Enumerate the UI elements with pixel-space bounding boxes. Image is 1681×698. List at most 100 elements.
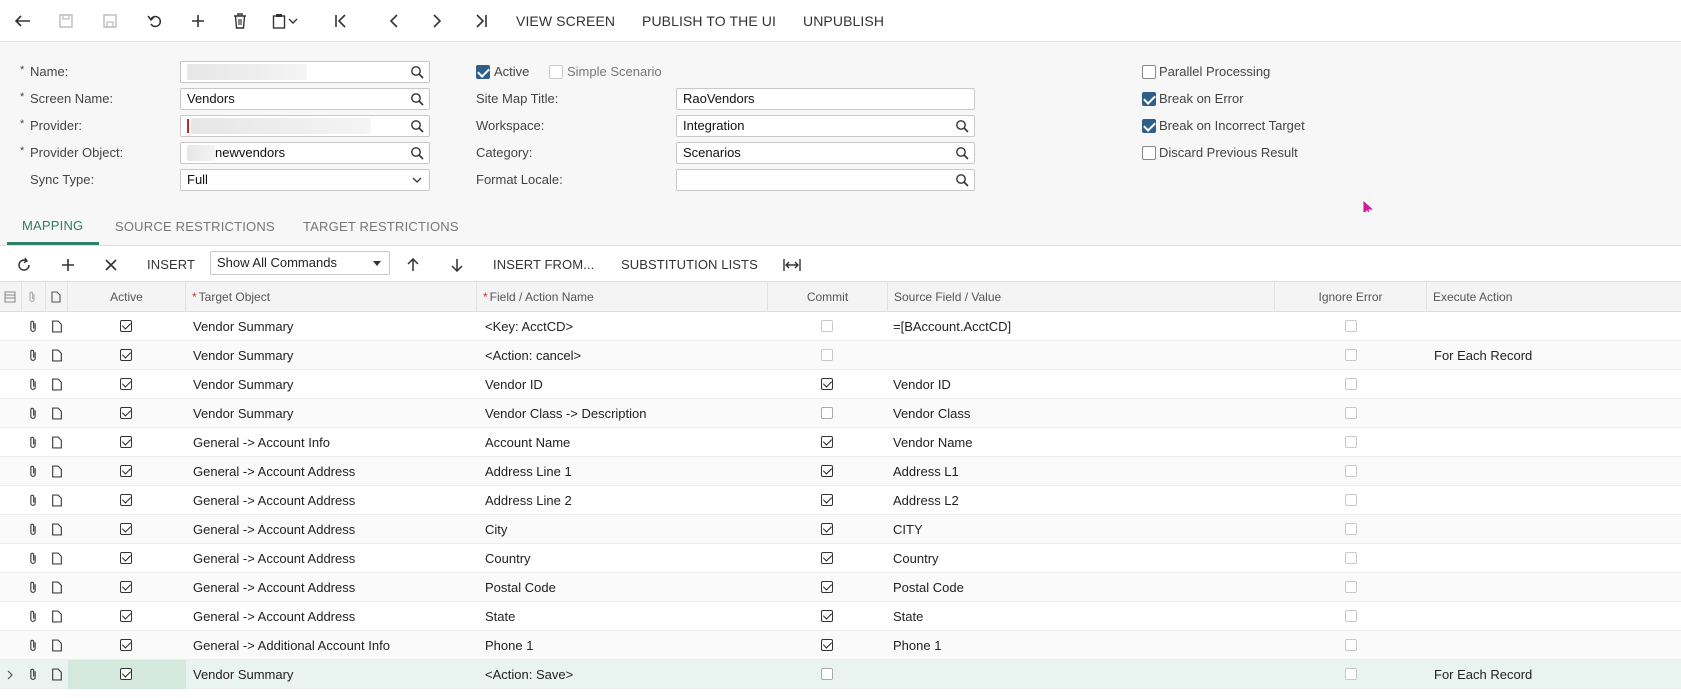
execute-action-cell[interactable] bbox=[1434, 486, 1674, 515]
execute-action-cell[interactable] bbox=[1434, 631, 1674, 660]
tab-mapping[interactable]: MAPPING bbox=[22, 218, 83, 233]
note-icon[interactable] bbox=[51, 407, 63, 420]
break-incorrect-target-checkbox[interactable] bbox=[1142, 119, 1156, 133]
field-action-cell[interactable]: <Action: cancel> bbox=[485, 341, 765, 370]
field-action-cell[interactable]: Account Name bbox=[485, 428, 765, 457]
source-field-cell[interactable]: Vendor Name bbox=[893, 428, 1273, 457]
commit-checkbox[interactable] bbox=[821, 320, 833, 332]
save-icon[interactable] bbox=[99, 10, 121, 32]
note-icon[interactable] bbox=[51, 494, 63, 507]
target-object-cell[interactable]: General -> Additional Account Info bbox=[193, 631, 473, 660]
discard-previous-checkbox[interactable] bbox=[1142, 146, 1156, 160]
delete-icon[interactable] bbox=[229, 10, 251, 32]
active-checkbox[interactable] bbox=[120, 523, 132, 535]
last-record-icon[interactable] bbox=[470, 10, 492, 32]
back-icon[interactable] bbox=[12, 10, 34, 32]
provider-field[interactable] bbox=[180, 115, 430, 137]
commit-checkbox[interactable] bbox=[821, 581, 833, 593]
target-object-cell[interactable]: Vendor Summary bbox=[193, 370, 473, 399]
target-object-cell[interactable]: General -> Account Address bbox=[193, 573, 473, 602]
paperclip-icon[interactable] bbox=[27, 436, 39, 449]
note-icon[interactable] bbox=[51, 320, 63, 333]
column-commit[interactable]: Commit bbox=[768, 282, 888, 312]
search-icon[interactable] bbox=[955, 173, 969, 187]
ignore-error-checkbox[interactable] bbox=[1345, 378, 1357, 390]
source-field-cell[interactable]: Phone 1 bbox=[893, 631, 1273, 660]
target-object-cell[interactable]: Vendor Summary bbox=[193, 660, 473, 689]
commit-checkbox[interactable] bbox=[821, 436, 833, 448]
table-row[interactable]: General -> Account Address Address Line 2… bbox=[0, 486, 1681, 515]
field-action-cell[interactable]: Vendor Class -> Description bbox=[485, 399, 765, 428]
delete-row-icon[interactable] bbox=[101, 255, 121, 275]
paperclip-icon[interactable] bbox=[27, 407, 39, 420]
target-object-cell[interactable]: Vendor Summary bbox=[193, 341, 473, 370]
name-field[interactable] bbox=[180, 61, 430, 83]
field-action-cell[interactable]: Address Line 1 bbox=[485, 457, 765, 486]
search-icon[interactable] bbox=[955, 119, 969, 133]
ignore-error-checkbox[interactable] bbox=[1345, 494, 1357, 506]
parallel-processing-checkbox[interactable] bbox=[1142, 65, 1156, 79]
ignore-error-checkbox[interactable] bbox=[1345, 668, 1357, 680]
active-checkbox[interactable] bbox=[120, 349, 132, 361]
source-field-cell[interactable]: Address L1 bbox=[893, 457, 1273, 486]
ignore-error-checkbox[interactable] bbox=[1345, 407, 1357, 419]
active-checkbox[interactable] bbox=[120, 668, 132, 680]
note-icon[interactable] bbox=[51, 668, 63, 681]
field-action-cell[interactable]: Address Line 2 bbox=[485, 486, 765, 515]
ignore-error-checkbox[interactable] bbox=[1345, 349, 1357, 361]
ignore-error-checkbox[interactable] bbox=[1345, 610, 1357, 622]
paperclip-icon[interactable] bbox=[27, 320, 39, 333]
active-checkbox[interactable] bbox=[120, 581, 132, 593]
target-object-cell[interactable]: General -> Account Info bbox=[193, 428, 473, 457]
commit-checkbox[interactable] bbox=[821, 610, 833, 622]
sync-type-select[interactable]: Full bbox=[180, 169, 430, 191]
search-icon[interactable] bbox=[410, 119, 424, 133]
execute-action-cell[interactable] bbox=[1434, 457, 1674, 486]
table-row[interactable]: Vendor Summary Vendor ID Vendor ID bbox=[0, 370, 1681, 399]
table-row[interactable]: General -> Account Address Postal Code Pos… bbox=[0, 573, 1681, 602]
tab-source-restrictions[interactable]: SOURCE RESTRICTIONS bbox=[115, 219, 275, 234]
ignore-error-checkbox[interactable] bbox=[1345, 523, 1357, 535]
execute-action-cell[interactable]: For Each Record bbox=[1434, 341, 1674, 370]
field-action-cell[interactable]: <Key: AcctCD> bbox=[485, 312, 765, 341]
paperclip-icon[interactable] bbox=[27, 494, 39, 507]
paperclip-icon[interactable] bbox=[27, 523, 39, 536]
table-row[interactable]: General -> Account Address City CITY bbox=[0, 515, 1681, 544]
chevron-down-icon[interactable] bbox=[287, 10, 299, 32]
target-object-cell[interactable]: Vendor Summary bbox=[193, 399, 473, 428]
table-row[interactable]: Vendor Summary <Action: Save> For Each Rec… bbox=[0, 660, 1681, 689]
ignore-error-checkbox[interactable] bbox=[1345, 639, 1357, 651]
table-row[interactable]: Vendor Summary <Action: cancel> For Each R… bbox=[0, 341, 1681, 370]
paperclip-icon[interactable] bbox=[27, 552, 39, 565]
source-field-cell[interactable]: Country bbox=[893, 544, 1273, 573]
grid-settings-icon[interactable] bbox=[4, 291, 16, 303]
paperclip-icon[interactable] bbox=[27, 465, 39, 478]
source-field-cell[interactable] bbox=[893, 341, 1273, 370]
source-field-cell[interactable]: Address L2 bbox=[893, 486, 1273, 515]
break-on-error-checkbox[interactable] bbox=[1142, 92, 1156, 106]
move-up-icon[interactable] bbox=[403, 255, 423, 275]
note-icon[interactable] bbox=[51, 610, 63, 623]
paperclip-icon[interactable] bbox=[27, 349, 39, 362]
active-checkbox[interactable] bbox=[120, 639, 132, 651]
execute-action-cell[interactable] bbox=[1434, 312, 1674, 341]
search-icon[interactable] bbox=[955, 146, 969, 160]
search-icon[interactable] bbox=[410, 146, 424, 160]
source-field-cell[interactable]: Vendor ID bbox=[893, 370, 1273, 399]
insert-button[interactable]: INSERT bbox=[147, 257, 195, 272]
note-icon[interactable] bbox=[51, 465, 63, 478]
simple-scenario-checkbox[interactable] bbox=[549, 65, 563, 79]
fit-columns-icon[interactable] bbox=[782, 255, 802, 275]
table-row[interactable]: General -> Additional Account Info Phone … bbox=[0, 631, 1681, 660]
commit-checkbox[interactable] bbox=[821, 639, 833, 651]
screen-name-field[interactable]: Vendors bbox=[180, 88, 430, 110]
target-object-cell[interactable]: Vendor Summary bbox=[193, 312, 473, 341]
format-locale-field[interactable] bbox=[676, 169, 975, 191]
source-field-cell[interactable]: Postal Code bbox=[893, 573, 1273, 602]
source-field-cell[interactable]: State bbox=[893, 602, 1273, 631]
table-row[interactable]: Vendor Summary Vendor Class -> Descriptio… bbox=[0, 399, 1681, 428]
source-field-cell[interactable] bbox=[893, 660, 1273, 689]
commands-select[interactable]: Show All Commands bbox=[210, 251, 390, 275]
active-checkbox[interactable] bbox=[120, 552, 132, 564]
chevron-down-icon[interactable] bbox=[410, 173, 424, 187]
